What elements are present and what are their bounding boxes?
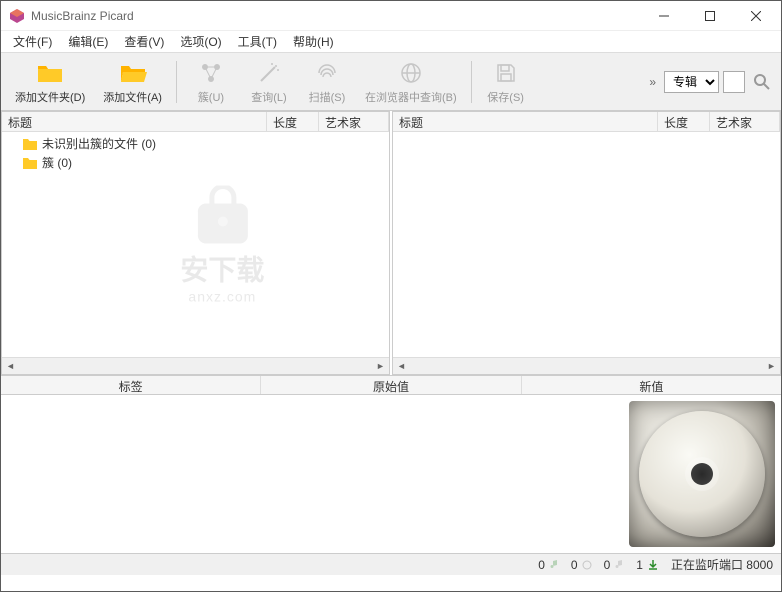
menu-edit[interactable]: 编辑(E) xyxy=(60,31,116,52)
fingerprint-icon xyxy=(315,59,339,87)
browser-lookup-button[interactable]: 在浏览器中查询(B) xyxy=(357,56,465,108)
add-files-button[interactable]: 添加文件(A) xyxy=(95,56,170,108)
cluster-button[interactable]: 簇(U) xyxy=(183,56,239,108)
lower-panel xyxy=(1,395,781,553)
toolbar-separator xyxy=(471,61,472,103)
menu-options[interactable]: 选项(O) xyxy=(172,31,229,52)
left-pane: 标题 长度 艺术家 未识别出簇的文件 (0) 簇 (0) 安下载 anxz.co… xyxy=(1,111,390,375)
save-label: 保存(S) xyxy=(487,89,524,105)
main-split: 标题 长度 艺术家 未识别出簇的文件 (0) 簇 (0) 安下载 anxz.co… xyxy=(1,111,781,375)
toolbar: 添加文件夹(D) 添加文件(A) 簇(U) 查询(L) 扫描(S) 在浏览器中查… xyxy=(1,53,781,111)
menu-file[interactable]: 文件(F) xyxy=(5,31,60,52)
tree-clusters-label: 簇 (0) xyxy=(42,154,72,171)
browser-lookup-label: 在浏览器中查询(B) xyxy=(365,89,457,105)
status-listening: 正在监听端口 8000 xyxy=(671,556,773,573)
col-artist[interactable]: 艺术家 xyxy=(710,112,780,131)
globe-icon xyxy=(399,59,423,87)
status-count-2: 0 xyxy=(604,558,625,572)
scan-label: 扫描(S) xyxy=(309,89,346,105)
tree-clusters[interactable]: 簇 (0) xyxy=(4,153,387,172)
wand-icon xyxy=(257,59,281,87)
note-icon xyxy=(614,560,624,570)
download-icon xyxy=(647,559,659,571)
folder-icon xyxy=(22,156,38,170)
right-hscrollbar[interactable]: ◄ ► xyxy=(393,357,780,374)
col-length[interactable]: 长度 xyxy=(658,112,710,131)
scan-button[interactable]: 扫描(S) xyxy=(299,56,355,108)
tree-unclustered-label: 未识别出簇的文件 (0) xyxy=(42,135,156,152)
cover-art-placeholder[interactable] xyxy=(629,401,775,547)
left-tree[interactable]: 未识别出簇的文件 (0) 簇 (0) 安下载 anxz.com xyxy=(2,132,389,357)
minimize-button[interactable] xyxy=(641,1,687,31)
scroll-right-icon[interactable]: ► xyxy=(372,358,389,374)
menu-tools[interactable]: 工具(T) xyxy=(230,31,285,52)
status-bar: 0 0 0 1 正在监听端口 8000 xyxy=(1,553,781,575)
scroll-left-icon[interactable]: ◄ xyxy=(2,358,19,374)
toolbar-separator xyxy=(176,61,177,103)
cluster-icon xyxy=(199,59,223,87)
save-button[interactable]: 保存(S) xyxy=(478,56,534,108)
tag-panel-header: 标签 原始值 新值 xyxy=(1,375,781,395)
search-type-select[interactable]: 专辑 xyxy=(664,71,719,93)
status-count-1: 0 xyxy=(571,558,592,572)
search-box: 专辑 xyxy=(664,69,775,95)
watermark: 安下载 anxz.com xyxy=(180,185,264,304)
note-icon xyxy=(549,560,559,570)
menu-bar: 文件(F) 编辑(E) 查看(V) 选项(O) 工具(T) 帮助(H) xyxy=(1,31,781,53)
tag-editor[interactable] xyxy=(1,395,623,553)
right-column-header: 标题 长度 艺术家 xyxy=(393,112,780,132)
scroll-right-icon[interactable]: ► xyxy=(763,358,780,374)
add-folder-button[interactable]: 添加文件夹(D) xyxy=(7,56,93,108)
col-title[interactable]: 标题 xyxy=(2,112,267,131)
col-title[interactable]: 标题 xyxy=(393,112,658,131)
menu-view[interactable]: 查看(V) xyxy=(116,31,172,52)
window-title: MusicBrainz Picard xyxy=(31,9,641,23)
add-folder-label: 添加文件夹(D) xyxy=(15,89,85,105)
left-hscrollbar[interactable]: ◄ ► xyxy=(2,357,389,374)
cluster-label: 簇(U) xyxy=(198,89,224,105)
tag-col-new[interactable]: 新值 xyxy=(522,376,781,394)
menu-help[interactable]: 帮助(H) xyxy=(285,31,342,52)
tag-col-tag[interactable]: 标签 xyxy=(1,376,261,394)
close-button[interactable] xyxy=(733,1,779,31)
app-logo-icon xyxy=(9,8,25,24)
folder-open-icon xyxy=(119,59,147,87)
save-icon xyxy=(494,59,518,87)
scroll-left-icon[interactable]: ◄ xyxy=(393,358,410,374)
folder-icon xyxy=(36,59,64,87)
lookup-label: 查询(L) xyxy=(251,89,286,105)
tag-col-original[interactable]: 原始值 xyxy=(261,376,521,394)
maximize-button[interactable] xyxy=(687,1,733,31)
search-button[interactable] xyxy=(749,69,775,95)
add-files-label: 添加文件(A) xyxy=(103,89,162,105)
status-count-0: 0 xyxy=(538,558,559,572)
lookup-button[interactable]: 查询(L) xyxy=(241,56,297,108)
note-icon xyxy=(582,560,592,570)
search-input[interactable] xyxy=(723,71,745,93)
col-length[interactable]: 长度 xyxy=(267,112,319,131)
right-tree[interactable] xyxy=(393,132,780,357)
status-count-3: 1 xyxy=(636,558,659,572)
toolbar-overflow-button[interactable]: » xyxy=(643,73,662,91)
tree-unclustered[interactable]: 未识别出簇的文件 (0) xyxy=(4,134,387,153)
col-artist[interactable]: 艺术家 xyxy=(319,112,389,131)
right-pane: 标题 长度 艺术家 ◄ ► xyxy=(392,111,781,375)
folder-icon xyxy=(22,137,38,151)
title-bar: MusicBrainz Picard xyxy=(1,1,781,31)
left-column-header: 标题 长度 艺术家 xyxy=(2,112,389,132)
